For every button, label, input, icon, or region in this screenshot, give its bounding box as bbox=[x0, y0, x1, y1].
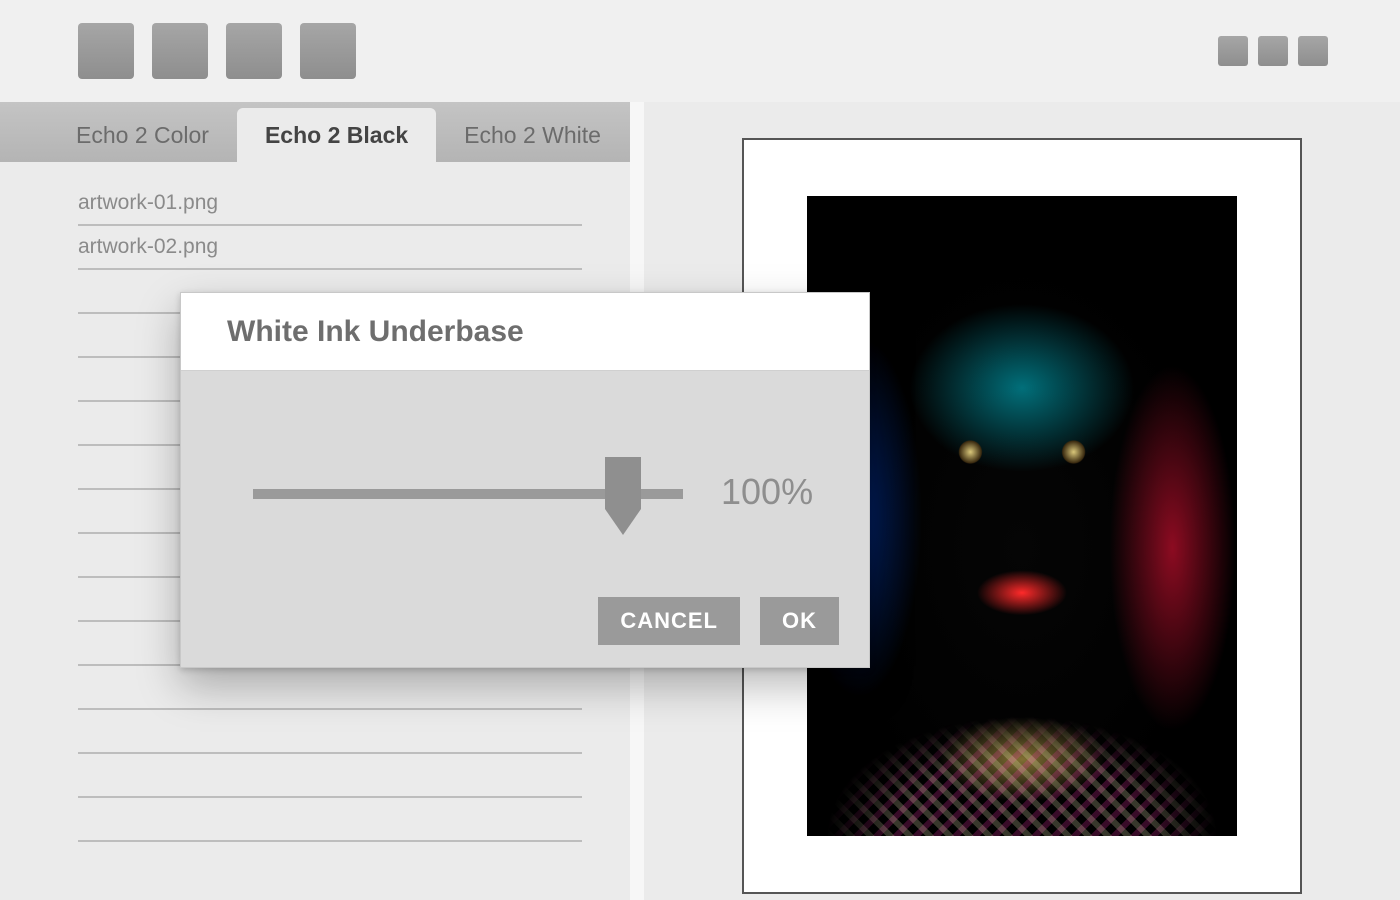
tab-bar: Echo 2 Color Echo 2 Black Echo 2 White bbox=[0, 102, 630, 162]
top-toolbar bbox=[0, 0, 1400, 102]
file-row[interactable]: artwork-01.png bbox=[78, 182, 582, 226]
toolbar-button-4[interactable] bbox=[300, 23, 356, 79]
toolbar-small-button-2[interactable] bbox=[1258, 36, 1288, 66]
toolbar-small-button-1[interactable] bbox=[1218, 36, 1248, 66]
ok-button[interactable]: OK bbox=[760, 597, 839, 645]
toolbar-right-group bbox=[1218, 36, 1328, 66]
file-row-empty bbox=[78, 754, 582, 798]
main-area: Echo 2 Color Echo 2 Black Echo 2 White a… bbox=[0, 102, 1400, 900]
white-ink-underbase-dialog: White Ink Underbase 100% CANCEL OK bbox=[180, 292, 870, 668]
toolbar-button-2[interactable] bbox=[152, 23, 208, 79]
artwork-preview bbox=[807, 196, 1237, 836]
dialog-buttons: CANCEL OK bbox=[598, 597, 839, 645]
file-row-empty bbox=[78, 798, 582, 842]
dialog-body: 100% bbox=[181, 371, 869, 591]
tab-echo2-white[interactable]: Echo 2 White bbox=[436, 108, 629, 162]
toolbar-button-3[interactable] bbox=[226, 23, 282, 79]
underbase-slider-value: 100% bbox=[721, 471, 813, 513]
file-row[interactable]: artwork-02.png bbox=[78, 226, 582, 270]
underbase-slider-thumb[interactable] bbox=[605, 457, 641, 537]
toolbar-button-1[interactable] bbox=[78, 23, 134, 79]
toolbar-small-button-3[interactable] bbox=[1298, 36, 1328, 66]
dialog-title: White Ink Underbase bbox=[181, 293, 869, 371]
file-row-empty bbox=[78, 666, 582, 710]
tab-echo2-color[interactable]: Echo 2 Color bbox=[48, 108, 237, 162]
file-row-empty bbox=[78, 710, 582, 754]
cancel-button[interactable]: CANCEL bbox=[598, 597, 740, 645]
tab-echo2-black[interactable]: Echo 2 Black bbox=[237, 108, 436, 162]
toolbar-left-group bbox=[78, 23, 356, 79]
